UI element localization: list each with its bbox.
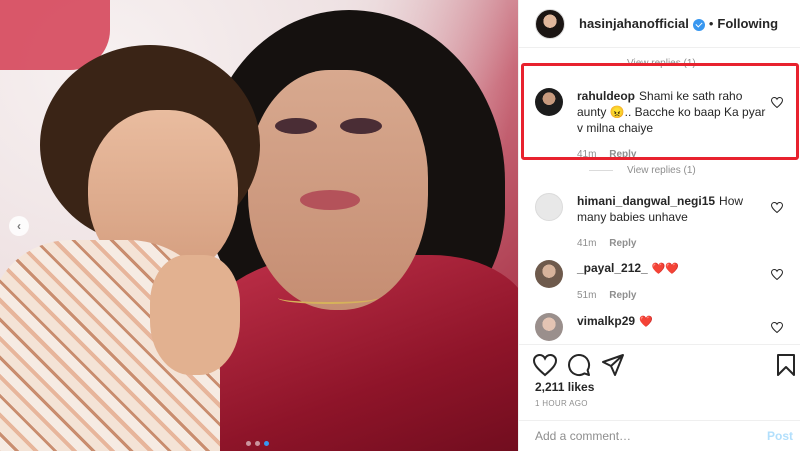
comment-username[interactable]: vimalkp29 bbox=[577, 314, 635, 328]
heart-icon[interactable] bbox=[771, 322, 783, 333]
comment-body: himani_dangwal_negi15 How many babies unh… bbox=[577, 193, 773, 252]
photo-necklace bbox=[278, 292, 378, 304]
avatar[interactable] bbox=[535, 260, 563, 288]
carousel-dots bbox=[246, 441, 269, 446]
avatar[interactable] bbox=[535, 193, 563, 221]
bookmark-icon[interactable] bbox=[774, 353, 798, 377]
comment-item: vimalkp29 ❤️ bbox=[535, 313, 800, 341]
reply-button[interactable]: Reply bbox=[609, 290, 636, 301]
heart-icon[interactable] bbox=[771, 202, 783, 213]
comment-input[interactable] bbox=[535, 429, 755, 443]
reply-button[interactable]: Reply bbox=[609, 238, 636, 249]
photo-eye-right bbox=[340, 118, 382, 134]
post-author-username[interactable]: hasinjahanofficial bbox=[579, 16, 689, 31]
post-photo[interactable]: ‹ bbox=[0, 0, 518, 451]
comment-meta: 41m Reply bbox=[577, 236, 773, 252]
heart-icon[interactable] bbox=[533, 353, 557, 377]
photo-peace-hand bbox=[150, 255, 240, 375]
comment-username[interactable]: _payal_212_ bbox=[577, 261, 648, 275]
avatar[interactable] bbox=[535, 313, 563, 341]
comment-body: _payal_212_ ❤️❤️ 51m Reply bbox=[577, 260, 773, 304]
add-comment-bar: Post bbox=[519, 420, 800, 451]
photo-lips bbox=[300, 190, 360, 210]
comment-username[interactable]: himani_dangwal_negi15 bbox=[577, 194, 715, 208]
comment-time: 51m bbox=[577, 290, 597, 301]
comment-meta: 51m Reply bbox=[577, 288, 773, 304]
replies-divider bbox=[589, 170, 613, 171]
carousel-dot-active bbox=[264, 441, 269, 446]
share-icon[interactable] bbox=[601, 353, 625, 377]
verified-badge-icon bbox=[692, 18, 705, 31]
view-replies-link[interactable]: View replies (1) bbox=[589, 165, 696, 176]
carousel-prev-button[interactable]: ‹ bbox=[9, 216, 29, 236]
header-separator: • bbox=[708, 16, 714, 31]
photo-eye-left bbox=[275, 118, 317, 134]
comment-item: _payal_212_ ❤️❤️ 51m Reply bbox=[535, 260, 800, 304]
carousel-dot bbox=[255, 441, 260, 446]
post-comment-button[interactable]: Post bbox=[767, 429, 793, 443]
comment-icon[interactable] bbox=[567, 353, 591, 377]
likes-count[interactable]: 2,211 likes bbox=[535, 380, 594, 394]
comment-text: ❤️ bbox=[639, 316, 653, 328]
avatar[interactable] bbox=[535, 8, 565, 39]
carousel-dot bbox=[246, 441, 251, 446]
comment-body: vimalkp29 ❤️ bbox=[577, 313, 773, 341]
heart-icon[interactable] bbox=[771, 269, 783, 280]
view-replies-label: View replies (1) bbox=[627, 165, 696, 176]
comment-time: 41m bbox=[577, 238, 597, 249]
post-timestamp: 1 HOUR AGO bbox=[535, 399, 588, 408]
comment-highlight-box bbox=[521, 63, 799, 160]
chevron-left-icon: ‹ bbox=[17, 219, 21, 233]
post-actions-bar bbox=[519, 344, 800, 384]
comment-text: ❤️❤️ bbox=[651, 263, 680, 275]
comment-item: himani_dangwal_negi15 How many babies unh… bbox=[535, 193, 800, 252]
following-button[interactable]: Following bbox=[717, 16, 778, 31]
post-header: hasinjahanofficial • Following bbox=[519, 0, 800, 48]
